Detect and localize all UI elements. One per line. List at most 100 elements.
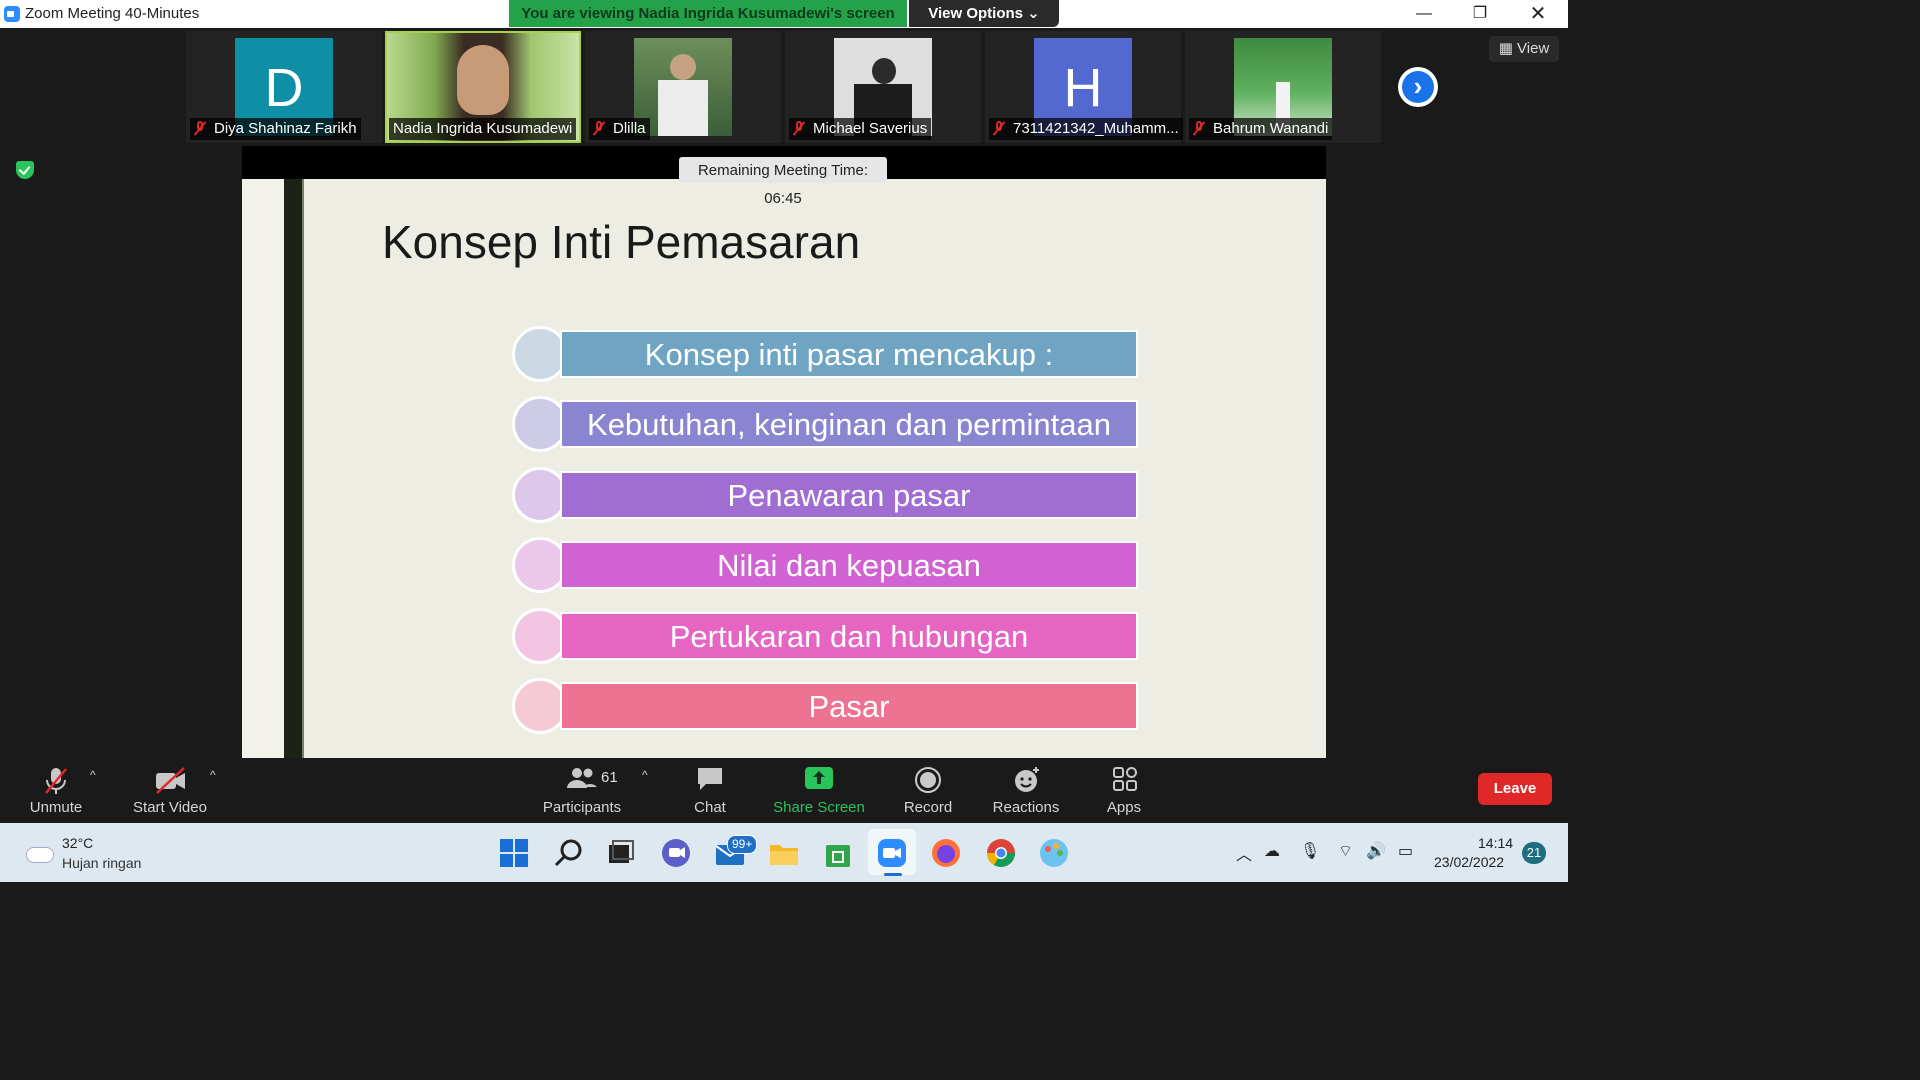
participants-options-caret[interactable]: ^ <box>642 768 648 782</box>
participant-tile[interactable]: Dlilla <box>585 31 781 143</box>
battery-icon[interactable]: ▭ <box>1398 841 1413 861</box>
participant-name: Nadia Ingrida Kusumadewi <box>389 118 577 140</box>
chrome-icon[interactable] <box>985 837 1017 869</box>
head-shape <box>670 54 696 80</box>
face-shape <box>457 45 509 115</box>
participant-count: 61 <box>601 769 618 786</box>
apps-label: Apps <box>1106 799 1142 816</box>
participants-button[interactable]: Participants <box>538 758 626 823</box>
onedrive-icon[interactable]: ☁ <box>1264 841 1280 861</box>
unmute-button[interactable]: Unmute <box>18 758 94 823</box>
show-hidden-icons-chevron[interactable]: ︿ <box>1236 841 1252 865</box>
mail-badge: 99+ <box>727 835 758 854</box>
slide-title: Konsep Inti Pemasaran <box>382 216 861 268</box>
record-label: Record <box>903 799 953 816</box>
window-title: Zoom Meeting 40-Minutes <box>25 5 200 22</box>
start-video-label: Start Video <box>133 799 207 816</box>
participant-tile[interactable]: H 7311421342_Muhamm... <box>985 31 1183 143</box>
mic-muted-icon <box>1193 121 1205 135</box>
task-view-icon[interactable] <box>605 837 637 869</box>
record-icon <box>915 767 941 793</box>
list-item-bar: Kebutuhan, keinginan dan permintaan <box>560 400 1138 448</box>
participants-label: Participants <box>542 799 622 816</box>
wifi-icon[interactable]: ⌔ <box>1338 841 1353 861</box>
clock-date[interactable]: 23/02/2022 <box>1434 854 1504 870</box>
participant-name: Dlilla <box>589 118 650 140</box>
slide-list-item: Pasar <box>512 678 1142 734</box>
list-item-bar: Penawaran pasar <box>560 471 1138 519</box>
participant-tile[interactable]: Bahrum Wanandi <box>1185 31 1381 143</box>
slide-side-bar <box>284 179 302 758</box>
reactions-button[interactable]: Reactions <box>990 758 1062 823</box>
mic-muted-icon <box>793 121 805 135</box>
slide-list-item: Konsep inti pasar mencakup : <box>512 326 1142 382</box>
apps-button[interactable]: Apps <box>1098 758 1150 823</box>
chat-label: Chat <box>694 799 726 816</box>
list-item-bar: Konsep inti pasar mencakup : <box>560 330 1138 378</box>
chevron-right-icon: › <box>1413 71 1423 101</box>
notification-count-badge[interactable]: 21 <box>1522 842 1546 864</box>
list-item-bar: Pasar <box>560 682 1138 730</box>
search-icon[interactable] <box>553 837 585 869</box>
close-button[interactable]: ✕ <box>1510 0 1566 28</box>
active-app-indicator <box>884 873 902 876</box>
share-screen-label: Share Screen <box>773 799 865 816</box>
presentation-slide: Konsep Inti Pemasaran Konsep inti pasar … <box>242 179 1326 758</box>
mic-muted-icon <box>993 121 1005 135</box>
restore-button[interactable]: ❐ <box>1452 0 1508 28</box>
unmute-label: Unmute <box>29 799 83 816</box>
weather-description[interactable]: Hujan ringan <box>62 855 141 871</box>
clock-time[interactable]: 14:14 <box>1478 835 1513 851</box>
viewing-screen-banner: You are viewing Nadia Ingrida Kusumadewi… <box>509 0 907 27</box>
meeting-toolbar: Unmute ^ Start Video ^ Participants 61 ^… <box>0 758 1568 823</box>
view-button[interactable]: ▦ View <box>1489 36 1559 62</box>
reactions-label: Reactions <box>992 799 1060 816</box>
slide-list-item: Nilai dan kepuasan <box>512 537 1142 593</box>
participant-name: Michael Saverius <box>789 118 932 140</box>
view-options-button[interactable]: View Options ⌄ <box>909 0 1059 27</box>
slide-list-item: Pertukaran dan hubungan <box>512 608 1142 664</box>
participant-name: 7311421342_Muhamm... <box>989 118 1183 140</box>
paint-icon[interactable] <box>1038 837 1070 869</box>
audio-options-caret[interactable]: ^ <box>90 768 96 782</box>
teams-chat-icon[interactable] <box>660 837 692 869</box>
chat-icon <box>698 768 722 790</box>
firefox-icon[interactable] <box>930 837 962 869</box>
windows-start-icon[interactable] <box>498 837 530 869</box>
participant-gallery: D Diya Shahinaz Farikh Nadia Ingrida Kus… <box>0 28 1568 146</box>
list-item-bar: Pertukaran dan hubungan <box>560 612 1138 660</box>
participants-icon <box>567 768 597 788</box>
slide-side-strip <box>242 179 284 758</box>
remaining-time-badge: Remaining Meeting Time: 06:45 <box>679 157 887 207</box>
start-video-button[interactable]: Start Video <box>128 758 212 823</box>
participant-name: Diya Shahinaz Farikh <box>190 118 361 140</box>
file-explorer-icon[interactable] <box>768 837 800 869</box>
participant-tile-active-speaker[interactable]: Nadia Ingrida Kusumadewi <box>385 31 581 143</box>
participant-name: Bahrum Wanandi <box>1189 118 1333 140</box>
video-options-caret[interactable]: ^ <box>210 768 216 782</box>
participant-tile[interactable]: D Diya Shahinaz Farikh <box>186 31 382 143</box>
weather-temperature[interactable]: 32°C <box>62 835 93 851</box>
slide-list-item: Penawaran pasar <box>512 467 1142 523</box>
store-icon[interactable] <box>822 837 854 869</box>
shirt-shape <box>658 80 708 136</box>
list-item-bar: Nilai dan kepuasan <box>560 541 1138 589</box>
volume-icon[interactable]: 🔊 <box>1366 841 1386 861</box>
leave-button[interactable]: Leave <box>1478 773 1552 805</box>
mic-muted-icon <box>45 768 67 794</box>
apps-icon <box>1113 767 1137 791</box>
security-shield-icon[interactable] <box>16 161 34 179</box>
slide-divider <box>302 179 304 758</box>
minimize-button[interactable]: — <box>1396 0 1452 28</box>
weather-cloud-icon[interactable] <box>26 847 54 863</box>
head-shape <box>872 58 896 84</box>
record-button[interactable]: Record <box>898 758 958 823</box>
next-page-button[interactable]: › <box>1398 67 1438 107</box>
share-screen-button[interactable]: Share Screen <box>772 758 866 823</box>
share-screen-icon <box>805 767 833 789</box>
microphone-icon[interactable]: 🎙 <box>1300 841 1320 861</box>
chat-button[interactable]: Chat <box>680 758 740 823</box>
zoom-app-icon <box>4 6 20 22</box>
zoom-taskbar-icon[interactable] <box>876 837 908 869</box>
participant-tile[interactable]: Michael Saverius <box>785 31 981 143</box>
